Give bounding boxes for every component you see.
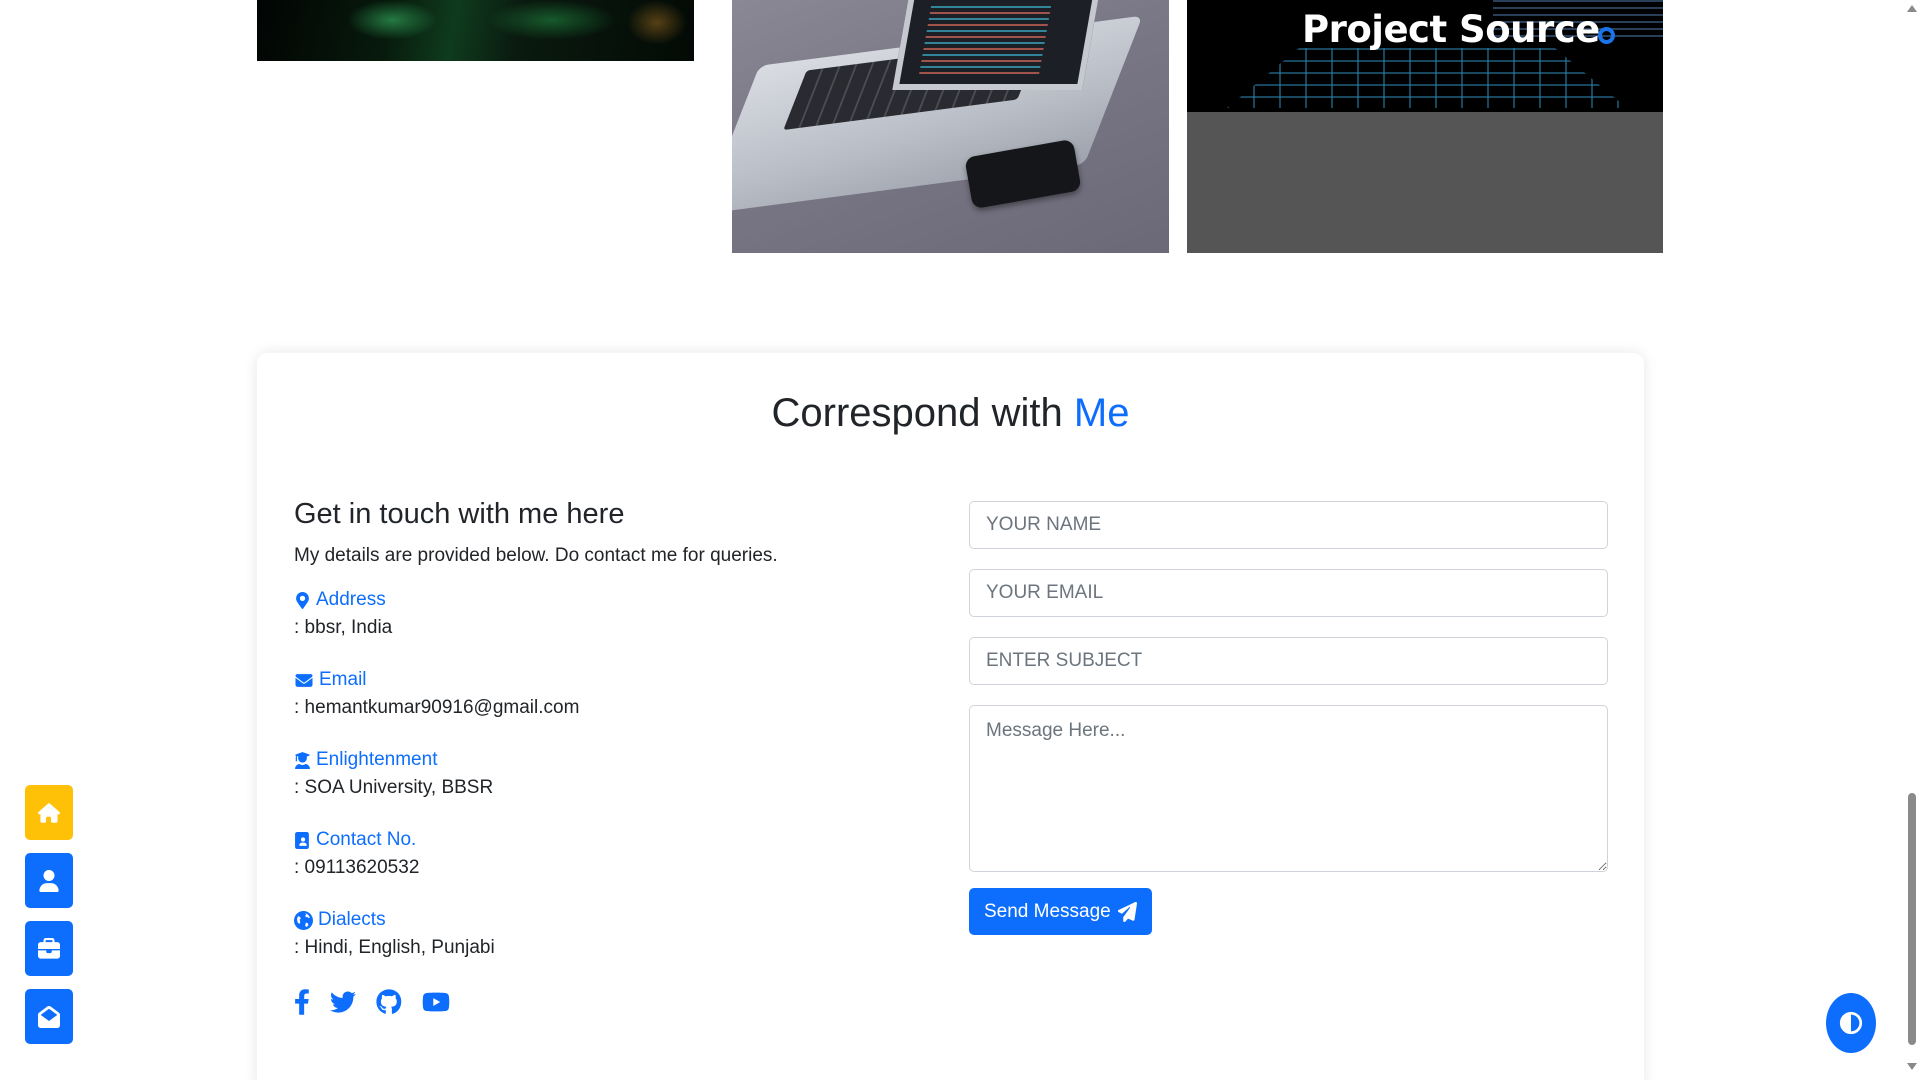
- contact-form: Send Message: [969, 501, 1608, 935]
- contact-heading: Get in touch with me here: [294, 498, 625, 530]
- image-glow: [347, 0, 437, 40]
- info-value: : bbsr, India: [294, 617, 393, 638]
- message-field[interactable]: [969, 705, 1608, 872]
- facebook-icon[interactable]: [294, 989, 310, 1015]
- globe-icon: [294, 910, 313, 930]
- info-label-text: Address: [316, 589, 386, 610]
- twitter-icon[interactable]: [330, 989, 356, 1015]
- nav-contact-button[interactable]: [25, 989, 73, 1044]
- page-scrollbar[interactable]: [1903, 0, 1920, 1080]
- name-field[interactable]: [969, 501, 1608, 549]
- image-glow: [627, 0, 687, 45]
- project-card-source[interactable]: Project Source: [1187, 0, 1663, 253]
- user-icon: [39, 869, 59, 892]
- side-navigation: [25, 785, 73, 1044]
- project-image-circuit[interactable]: [257, 0, 694, 61]
- contact-section: Correspond with Me Get in touch with me …: [257, 353, 1644, 1080]
- home-icon: [38, 802, 60, 823]
- project-source-title: Project Source: [1302, 8, 1615, 51]
- project-banner: Project Source: [1187, 0, 1663, 112]
- info-value: : SOA University, BBSR: [294, 777, 494, 798]
- section-title-accent: Me: [1073, 391, 1130, 435]
- laptop-screen: [892, 0, 1102, 90]
- github-dot-icon: [1597, 27, 1615, 44]
- info-label-text: Enlightenment: [316, 749, 438, 770]
- theme-toggle-button[interactable]: [1826, 993, 1876, 1053]
- send-message-button[interactable]: Send Message: [969, 888, 1152, 935]
- info-contact-number: Contact No. : 09113620532: [294, 829, 914, 879]
- info-label-text: Dialects: [318, 909, 386, 930]
- info-label-text: Contact No.: [316, 829, 417, 850]
- info-education: Enlightenment : SOA University, BBSR: [294, 749, 914, 799]
- send-button-label: Send Message: [984, 900, 1111, 922]
- contrast-icon: [1839, 1011, 1863, 1035]
- info-email: Email : hemantkumar90916@gmail.com: [294, 669, 914, 719]
- map-marker-icon: [296, 591, 309, 609]
- nav-projects-button[interactable]: [25, 921, 73, 976]
- info-value: : 09113620532: [294, 857, 420, 878]
- image-glow: [487, 0, 617, 40]
- email-field[interactable]: [969, 569, 1608, 617]
- subject-field[interactable]: [969, 637, 1608, 685]
- contact-details: Get in touch with me here My details are…: [294, 498, 914, 1015]
- info-languages: Dialects : Hindi, English, Punjabi: [294, 909, 914, 959]
- info-value: : hemantkumar90916@gmail.com: [294, 697, 580, 718]
- info-label-text: Email: [319, 669, 367, 690]
- info-address: Address : bbsr, India: [294, 589, 914, 639]
- section-title: Correspond with Me: [771, 391, 1130, 435]
- envelope-open-icon: [38, 1005, 60, 1028]
- scroll-down-icon[interactable]: [1907, 1063, 1917, 1070]
- briefcase-icon: [38, 937, 60, 959]
- nav-about-button[interactable]: [25, 853, 73, 908]
- paper-plane-icon: [1117, 901, 1137, 922]
- scroll-thumb[interactable]: [1908, 793, 1916, 1045]
- social-links: [294, 989, 914, 1015]
- contact-intro: My details are provided below. Do contac…: [294, 545, 778, 566]
- github-icon[interactable]: [376, 989, 402, 1015]
- info-value: : Hindi, English, Punjabi: [294, 937, 495, 958]
- nav-home-button[interactable]: [25, 785, 73, 840]
- scroll-up-icon[interactable]: [1907, 5, 1917, 12]
- address-book-icon: [295, 831, 309, 849]
- envelope-icon: [295, 673, 313, 687]
- graduate-icon: [295, 751, 310, 769]
- project-image-laptop[interactable]: [732, 0, 1169, 253]
- youtube-icon[interactable]: [422, 989, 450, 1015]
